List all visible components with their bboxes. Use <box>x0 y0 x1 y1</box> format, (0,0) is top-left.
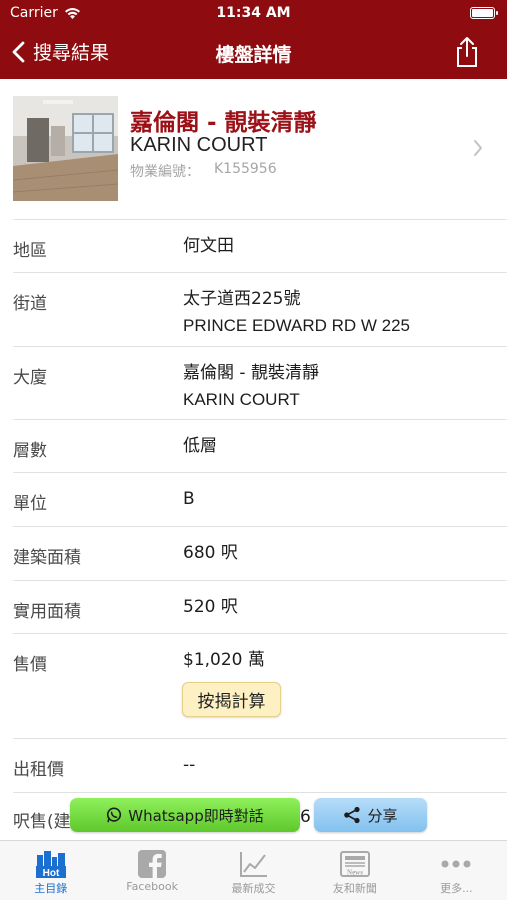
tab-more[interactable]: 更多... <box>406 841 507 900</box>
more-dots-icon <box>441 860 471 868</box>
property-name-en: KARIN COURT <box>130 134 268 156</box>
detail-label: 售價 <box>13 655 47 675</box>
mortgage-calculator-button[interactable]: 按揭計算 <box>182 682 281 717</box>
detail-label: 大廈 <box>13 368 47 388</box>
tab-label: 友和新聞 <box>332 882 377 895</box>
whatsapp-button[interactable]: Whatsapp即時對話 <box>70 798 300 832</box>
divider <box>13 219 507 220</box>
divider <box>13 580 507 581</box>
property-name-zh: 嘉倫閣 - 靚裝清靜 <box>130 110 317 136</box>
line-chart-icon <box>239 852 267 877</box>
share-nodes-icon <box>344 806 361 824</box>
detail-value-en: KARIN COURT <box>183 390 300 409</box>
tab-label: Facebook <box>126 880 178 893</box>
detail-label: 街道 <box>13 294 47 314</box>
whatsapp-label: Whatsapp即時對話 <box>128 806 264 825</box>
divider <box>13 419 507 420</box>
chevron-right-icon <box>474 140 482 156</box>
navigation-bar: 搜尋結果 樓盤詳情 <box>0 28 507 79</box>
tab-label: 最新成交 <box>231 882 276 895</box>
detail-value: -- <box>183 755 196 775</box>
detail-value: 嘉倫閣 - 靚裝清靜 <box>183 363 319 383</box>
detail-value: 低層 <box>183 436 217 456</box>
share-button[interactable]: 分享 <box>314 798 427 832</box>
ref-label: 物業編號： <box>130 164 200 180</box>
status-bar: Carrier 11:34 AM <box>0 0 507 28</box>
tab-latest-transactions[interactable]: 最新成交 <box>203 841 304 900</box>
battery-icon <box>470 7 498 19</box>
back-button[interactable]: 搜尋結果 <box>12 38 109 65</box>
svg-text:News: News <box>347 869 363 877</box>
detail-label: 層數 <box>13 441 47 461</box>
detail-value: 太子道西225號 <box>183 289 301 309</box>
tab-news[interactable]: News 友和新聞 <box>304 841 405 900</box>
divider <box>13 346 507 347</box>
divider <box>13 272 507 273</box>
tab-bar: Hot 主目錄 Facebook 最新成交 News 友和新聞 更多... <box>0 840 507 900</box>
detail-label: 地區 <box>13 241 47 261</box>
share-icon[interactable] <box>452 36 482 68</box>
tab-main-menu[interactable]: Hot 主目錄 <box>0 841 101 900</box>
detail-value: 680 呎 <box>183 543 238 563</box>
property-photo <box>13 96 118 201</box>
back-label: 搜尋結果 <box>33 42 110 64</box>
detail-value: 520 呎 <box>183 597 238 617</box>
detail-label: 實用面積 <box>13 602 81 622</box>
clock: 11:34 AM <box>216 5 291 21</box>
newspaper-icon: News <box>339 851 370 877</box>
property-ref: 物業編號： K155956 <box>130 161 277 181</box>
detail-value: B <box>183 489 195 509</box>
whatsapp-icon <box>107 807 122 823</box>
divider <box>13 792 507 793</box>
detail-value: $1,020 萬 <box>183 650 265 670</box>
tab-label: 更多... <box>440 882 473 895</box>
detail-value: 6 <box>300 807 311 827</box>
property-header[interactable]: 嘉倫閣 - 靚裝清靜 KARIN COURT 物業編號： K155956 <box>0 79 507 220</box>
facebook-icon <box>138 850 167 878</box>
detail-value-en: PRINCE EDWARD RD W 225 <box>183 316 411 335</box>
tab-facebook[interactable]: Facebook <box>101 841 202 900</box>
detail-label: 呎售(建 <box>13 812 71 832</box>
divider <box>13 738 507 739</box>
detail-label: 出租價 <box>13 760 64 780</box>
divider <box>13 633 507 634</box>
share-label: 分享 <box>367 806 398 825</box>
detail-label: 單位 <box>13 494 47 514</box>
svg-text:Hot: Hot <box>42 868 59 879</box>
divider <box>13 526 507 527</box>
divider <box>13 472 507 473</box>
ref-value: K155956 <box>214 161 277 177</box>
detail-value: 何文田 <box>183 236 234 256</box>
detail-label: 建築面積 <box>13 548 81 568</box>
tab-label: 主目錄 <box>34 882 68 895</box>
hot-city-icon: Hot <box>35 851 66 879</box>
chevron-left-icon <box>12 41 25 62</box>
